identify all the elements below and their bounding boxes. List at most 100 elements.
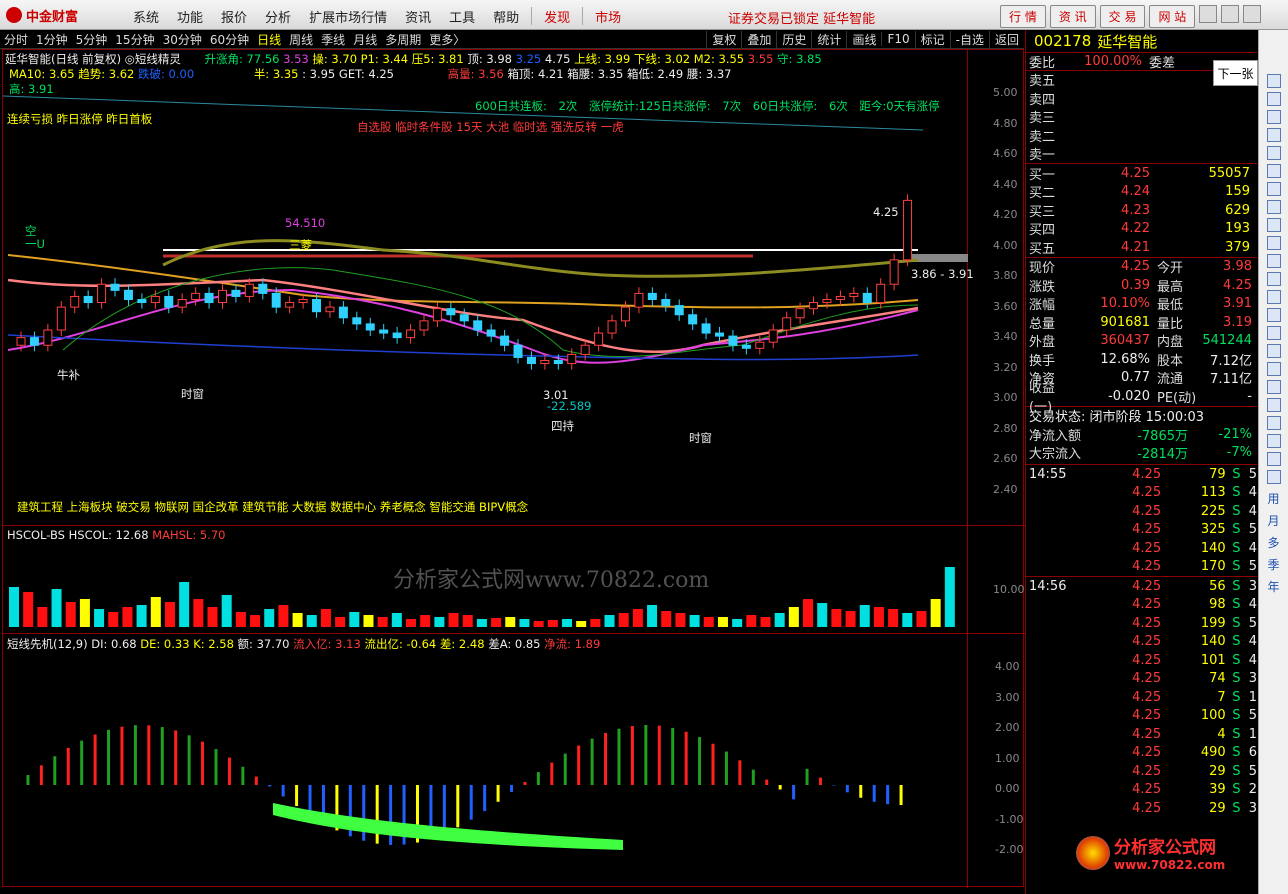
axis-tick-label: 2.80: [993, 421, 1018, 435]
menu-function[interactable]: 功能: [168, 7, 212, 26]
toolbar-icon[interactable]: [1267, 434, 1281, 448]
toolbar-icon[interactable]: [1267, 182, 1281, 196]
trading-status: 交易状态: 闭市阶段 15:00:03: [1029, 410, 1205, 426]
bid-levels: 买一 4.25 55057 买二 4.24 159 买三 4.23 629 买四 4.22 193 买五…: [1026, 164, 1257, 257]
menu-news[interactable]: 资讯: [396, 7, 440, 26]
toolbar-icon[interactable]: [1267, 290, 1281, 304]
toolbar-icon[interactable]: [1267, 164, 1281, 178]
menu-quote[interactable]: 报价: [212, 7, 256, 26]
tool-mark[interactable]: 标记: [914, 30, 950, 48]
menu-analysis[interactable]: 分析: [256, 7, 300, 26]
flow-bar: [778, 785, 782, 790]
period-60min[interactable]: 60分钟: [206, 31, 253, 48]
period-30min[interactable]: 30分钟: [159, 31, 206, 48]
candle-body: [258, 283, 268, 294]
toolbar-icon[interactable]: [1267, 326, 1281, 340]
news-button[interactable]: 资 讯: [1049, 5, 1096, 28]
period-multi[interactable]: 多周期: [381, 31, 425, 48]
menu-tools[interactable]: 工具: [440, 7, 484, 26]
indicator-name[interactable]: 短线先机(12,9): [7, 637, 88, 651]
tool-history[interactable]: 历史: [776, 30, 811, 48]
quote-button[interactable]: 行 情: [1000, 5, 1046, 28]
ask-level-row: 卖二: [1029, 129, 1056, 145]
tick-trade-row: 4.25 29 S 5: [1132, 763, 1257, 779]
menu-system[interactable]: 系统: [124, 7, 168, 26]
toolbar-icon[interactable]: [1267, 398, 1281, 412]
axis-tick-label: 4.00: [995, 660, 1020, 673]
menu-extended[interactable]: 扩展市场行情: [300, 7, 396, 26]
indicator-value: 操: 3.70: [312, 52, 358, 66]
flow-bar: [657, 725, 661, 785]
toolbar-icon[interactable]: [1267, 218, 1281, 232]
period-shortcut[interactable]: 年: [1259, 576, 1288, 598]
period-daily[interactable]: 日线: [253, 31, 285, 48]
period-15min[interactable]: 15分钟: [111, 31, 158, 48]
website-button[interactable]: 网 站: [1149, 5, 1196, 28]
period-quarterly[interactable]: 季线: [317, 31, 349, 48]
bid-level-row: 买二 4.24 159: [1029, 184, 1250, 202]
period-monthly[interactable]: 月线: [349, 31, 381, 48]
toolbar-icon[interactable]: [1267, 380, 1281, 394]
menu-discover[interactable]: 发现: [535, 7, 579, 26]
tool-overlay[interactable]: 叠加: [741, 30, 776, 48]
candle-body: [634, 292, 644, 308]
period-shortcut[interactable]: 月: [1259, 510, 1288, 532]
minimize-icon[interactable]: [1199, 5, 1218, 23]
flow-bar: [53, 756, 57, 785]
flow-bar: [496, 785, 500, 802]
toolbar-icon[interactable]: [1267, 146, 1281, 160]
tool-adjust[interactable]: 复权: [706, 30, 741, 48]
menu-help[interactable]: 帮助: [484, 7, 528, 26]
indicator-name[interactable]: ◎短线精灵: [125, 52, 181, 66]
period-weekly[interactable]: 周线: [285, 31, 317, 48]
tool-back[interactable]: 返回: [988, 30, 1024, 48]
period-shortcut[interactable]: 多: [1259, 532, 1288, 554]
volume-bar: [448, 613, 459, 627]
toolbar-icon[interactable]: [1267, 362, 1281, 376]
toolbar-icon[interactable]: [1267, 452, 1281, 466]
maximize-icon[interactable]: [1221, 5, 1240, 23]
volume-bar: [23, 592, 34, 627]
period-tick[interactable]: 分时: [0, 31, 32, 48]
period-more[interactable]: 更多〉: [425, 31, 469, 48]
axis-tick-label: 4.00: [993, 238, 1018, 252]
toolbar-icon[interactable]: [1267, 236, 1281, 250]
toolbar-icon[interactable]: [1267, 74, 1281, 88]
flow-bar: [536, 772, 540, 785]
next-chart-button[interactable]: 下一张: [1213, 60, 1258, 86]
volume-bar: [406, 619, 417, 627]
toolbar-icon[interactable]: [1267, 92, 1281, 106]
toolbar-icon[interactable]: [1267, 272, 1281, 286]
toolbar-icon[interactable]: [1267, 416, 1281, 430]
menu-market[interactable]: 市场: [586, 7, 630, 26]
indicator-name[interactable]: HSCOL-BS: [7, 528, 65, 542]
period-shortcut-list: 用 月 多 季 年: [1259, 488, 1288, 598]
tool-f10[interactable]: F10: [881, 32, 914, 46]
volume-bar: [207, 607, 218, 627]
tool-remove-watch[interactable]: -自选: [949, 30, 989, 48]
period-shortcut[interactable]: 季: [1259, 554, 1288, 576]
toolbar-icon[interactable]: [1267, 308, 1281, 322]
tool-draw[interactable]: 画线: [846, 30, 881, 48]
period-shortcut[interactable]: 用: [1259, 488, 1288, 510]
candle-body: [607, 320, 617, 334]
toolbar-icon[interactable]: [1267, 470, 1281, 484]
flow-bar: [792, 785, 796, 800]
toolbar-icon[interactable]: [1267, 344, 1281, 358]
volume-bar: [306, 615, 317, 627]
stock-code: 002178: [1034, 32, 1092, 50]
toolbar-icon[interactable]: [1267, 110, 1281, 124]
toolbar-icon[interactable]: [1267, 128, 1281, 142]
toolbar-icon[interactable]: [1267, 254, 1281, 268]
chart-area[interactable]: 延华智能(日线 前复权) ◎短线精灵 升涨角: 77.56 3.53 操: 3.…: [2, 49, 1025, 888]
tool-stats[interactable]: 统计: [811, 30, 846, 48]
indicator-value: 下线: 3.02: [633, 52, 691, 66]
tick-trade-row: 4.25 140 S 4: [1132, 634, 1257, 650]
candle-body: [459, 314, 469, 322]
toolbar-icon[interactable]: [1267, 200, 1281, 214]
period-5min[interactable]: 5分钟: [72, 31, 112, 48]
period-1min[interactable]: 1分钟: [32, 31, 72, 48]
close-icon[interactable]: [1243, 5, 1262, 23]
trade-button[interactable]: 交 易: [1099, 5, 1146, 28]
candle-body: [298, 299, 308, 304]
